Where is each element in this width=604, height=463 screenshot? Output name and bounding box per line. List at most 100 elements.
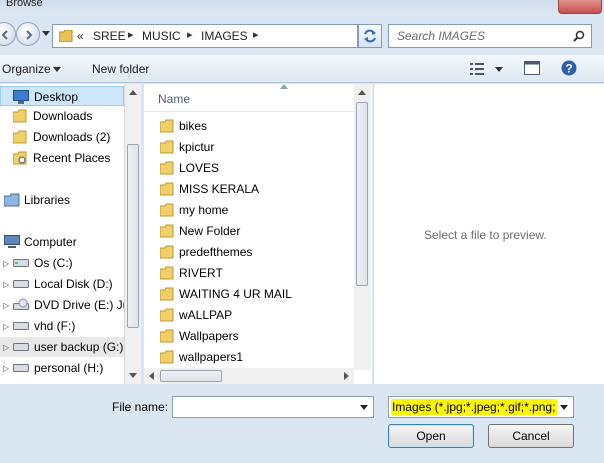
- open-button[interactable]: Open: [388, 424, 474, 448]
- folder-item[interactable]: wALLPAP: [160, 305, 350, 325]
- folder-item[interactable]: New Folder: [160, 221, 350, 241]
- refresh-button[interactable]: [358, 24, 382, 48]
- back-button[interactable]: [0, 22, 16, 46]
- folder-item[interactable]: WAITING 4 UR MAIL: [160, 284, 350, 304]
- folder-item[interactable]: my home: [160, 200, 350, 220]
- folder-icon: [160, 350, 174, 364]
- help-icon[interactable]: ?: [561, 60, 577, 76]
- file-list-scrollbar[interactable]: [354, 84, 371, 370]
- views-chevron-down-icon[interactable]: [495, 67, 503, 72]
- expand-arrow-icon[interactable]: ▷: [3, 322, 9, 331]
- scroll-left-icon[interactable]: [149, 372, 154, 380]
- file-list: Name bikes kpictur LOVES MISS KERALA my …: [144, 84, 372, 384]
- nav-item-recent-places[interactable]: Recent Places: [0, 148, 124, 168]
- breadcrumb-separator-icon[interactable]: ▸: [187, 28, 193, 41]
- title-bar: Browse: [0, 0, 604, 14]
- folder-icon: [160, 161, 174, 175]
- breadcrumb-overflow[interactable]: «: [77, 29, 84, 43]
- folder-name: New Folder: [179, 224, 241, 238]
- nav-item-drive-d[interactable]: ▷ Local Disk (D:): [0, 274, 124, 294]
- navigation-scrollbar[interactable]: [124, 84, 141, 384]
- folder-name: my home: [179, 203, 229, 217]
- column-label: Name: [158, 92, 191, 106]
- folder-name: wallpapers1: [179, 350, 244, 364]
- dvd-drive-icon: [13, 298, 29, 310]
- file-name-input[interactable]: [176, 398, 354, 416]
- preview-pane: Select a file to preview.: [373, 84, 604, 384]
- scroll-up-icon[interactable]: [358, 90, 366, 95]
- nav-item-drive-f[interactable]: ▷ vhd (F:): [0, 316, 124, 336]
- views-icon[interactable]: [470, 63, 486, 75]
- scrollbar-thumb[interactable]: [127, 144, 139, 328]
- folder-item[interactable]: wallpapers1: [160, 347, 350, 367]
- navigation-bar: « SREE ▸ MUSIC ▸ IMAGES ▸: [0, 18, 604, 52]
- breadcrumb-music[interactable]: MUSIC: [142, 29, 181, 43]
- folder-item[interactable]: predefthemes: [160, 242, 350, 262]
- file-type-filter-select[interactable]: Images (*.jpg;*.jpeg;*.gif;*.png;: [388, 396, 574, 418]
- breadcrumb-separator-icon[interactable]: ▸: [128, 28, 134, 41]
- scrollbar-thumb[interactable]: [356, 102, 368, 286]
- breadcrumb-sree[interactable]: SREE: [93, 29, 126, 43]
- folder-item[interactable]: MISS KERALA: [160, 179, 350, 199]
- folder-item[interactable]: bikes: [160, 116, 350, 136]
- scroll-right-icon[interactable]: [344, 372, 349, 380]
- address-bar[interactable]: « SREE ▸ MUSIC ▸ IMAGES ▸: [52, 24, 401, 48]
- nav-item-computer[interactable]: Computer: [0, 232, 124, 252]
- folder-name: kpictur: [179, 140, 215, 154]
- name-column-header[interactable]: Name: [144, 84, 354, 112]
- nav-item-downloads[interactable]: Downloads: [0, 106, 124, 126]
- nav-item-label: Recent Places: [33, 151, 111, 165]
- nav-item-label: DVD Drive (E:) Jul: [34, 298, 124, 312]
- search-box[interactable]: [388, 24, 592, 48]
- nav-item-desktop[interactable]: Desktop: [0, 86, 124, 106]
- forward-button[interactable]: [16, 22, 40, 46]
- drive-icon: [13, 280, 29, 288]
- nav-item-drive-c[interactable]: ▷ Os (C:): [0, 253, 124, 273]
- expand-arrow-icon[interactable]: ▷: [3, 364, 9, 373]
- preview-pane-icon[interactable]: [524, 61, 540, 75]
- folder-icon: [160, 266, 174, 280]
- nav-item-label: Local Disk (D:): [34, 277, 113, 291]
- file-list-horizontal-scrollbar[interactable]: [144, 368, 354, 384]
- expand-arrow-icon[interactable]: ▷: [3, 343, 9, 352]
- window-title: Browse: [6, 0, 43, 9]
- folder-item[interactable]: LOVES: [160, 158, 350, 178]
- preview-message: Select a file to preview.: [424, 228, 547, 242]
- organize-chevron-down-icon[interactable]: [53, 67, 61, 72]
- folder-item[interactable]: kpictur: [160, 137, 350, 157]
- file-name-label: File name:: [112, 400, 169, 414]
- nav-item-libraries[interactable]: Libraries: [0, 190, 124, 210]
- scroll-up-icon[interactable]: [129, 90, 137, 95]
- nav-item-label: Os (C:): [34, 256, 73, 270]
- folder-item[interactable]: Wallpapers: [160, 326, 350, 346]
- cancel-button[interactable]: Cancel: [488, 424, 574, 448]
- nav-item-downloads-2[interactable]: Downloads (2): [0, 127, 124, 147]
- nav-item-drive-h[interactable]: ▷ personal (H:): [0, 358, 124, 378]
- nav-item-label: user backup (G:): [34, 340, 124, 354]
- browse-dialog: Browse « SREE ▸ MUSIC ▸ IMAGES ▸ Search …: [0, 0, 604, 463]
- scrollbar-thumb[interactable]: [160, 370, 222, 382]
- drive-icon: [13, 259, 29, 267]
- recent-pages-chevron-down-icon[interactable]: [42, 31, 50, 37]
- folder-item[interactable]: RIVERT: [160, 263, 350, 283]
- file-name-combobox[interactable]: [172, 396, 374, 418]
- file-name-chevron-down-icon[interactable]: [360, 405, 368, 410]
- file-type-chevron-down-icon[interactable]: [560, 405, 568, 410]
- breadcrumb-separator-icon[interactable]: ▸: [253, 28, 259, 41]
- back-arrow-icon: [1, 30, 8, 40]
- expand-arrow-icon[interactable]: ▷: [3, 259, 9, 268]
- new-folder-button[interactable]: New folder: [92, 62, 149, 76]
- close-button[interactable]: [558, 0, 602, 14]
- search-icon[interactable]: [573, 30, 585, 42]
- drive-icon: [13, 343, 29, 351]
- folder-icon: [160, 119, 174, 133]
- nav-item-drive-g[interactable]: ▷ user backup (G:): [0, 337, 124, 357]
- nav-item-drive-e[interactable]: ▷ DVD Drive (E:) Jul: [0, 295, 124, 315]
- breadcrumb-images[interactable]: IMAGES: [201, 29, 248, 43]
- scroll-down-icon[interactable]: [129, 373, 137, 378]
- search-input[interactable]: [397, 26, 567, 46]
- expand-arrow-icon[interactable]: ▷: [3, 280, 9, 289]
- expand-arrow-icon[interactable]: ▷: [3, 301, 9, 310]
- organize-button[interactable]: Organize: [2, 62, 51, 76]
- command-toolbar: Organize New folder ?: [0, 55, 604, 83]
